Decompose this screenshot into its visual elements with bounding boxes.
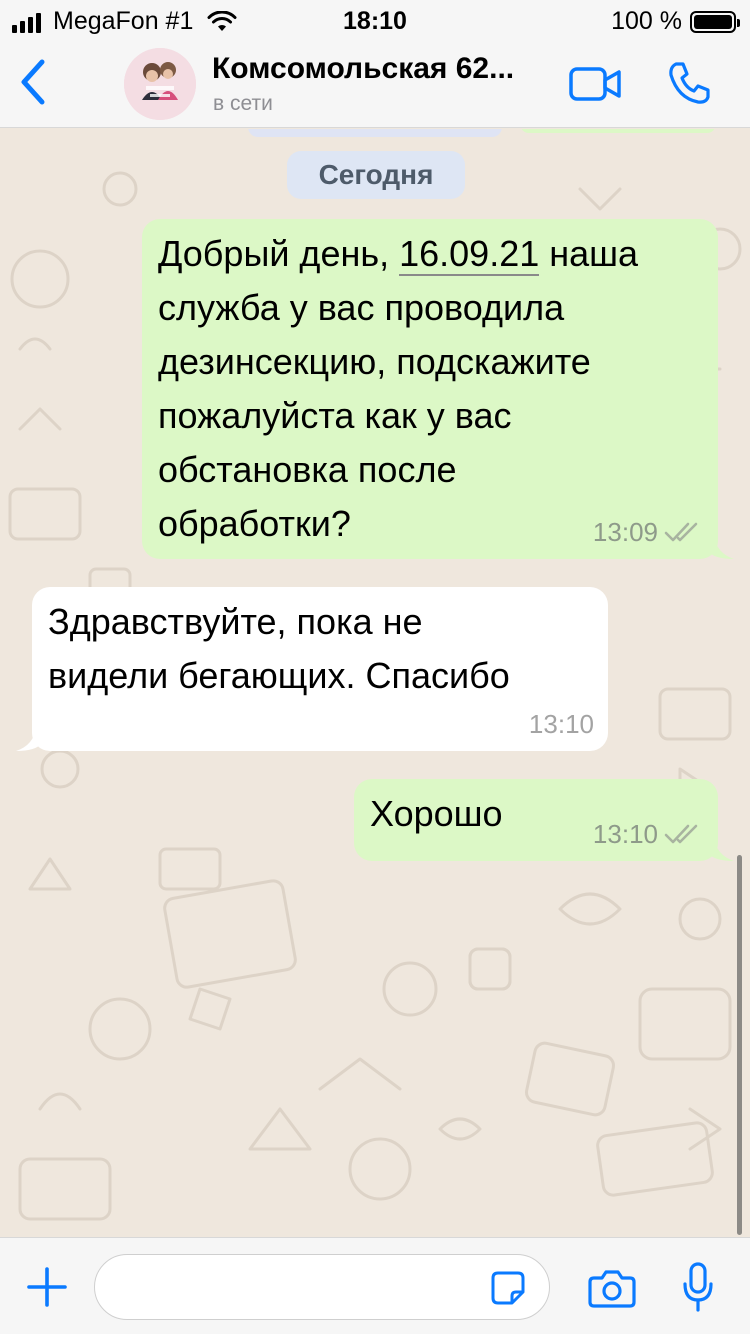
message-line: служба у вас проводила — [158, 287, 565, 328]
microphone-icon[interactable] — [682, 1262, 714, 1312]
date-separator: Сегодня — [287, 151, 465, 199]
message-line: Добрый день, 16.09.21 наша — [158, 227, 708, 281]
avatar-image — [124, 48, 196, 120]
sticker-icon[interactable] — [490, 1270, 526, 1306]
contact-name[interactable]: Комсомольская 62... — [212, 52, 514, 86]
incoming-message[interactable]: Здравствуйте, пока не видели бегающих. С… — [32, 587, 608, 751]
message-text: Здравствуйте, пока не видели бегающих. С… — [48, 595, 598, 703]
video-camera-icon[interactable] — [568, 64, 622, 104]
message-text-part: Добрый день, — [158, 233, 400, 274]
battery-percentage: 100 % — [611, 7, 682, 35]
whatsapp-chat-screen: MegaFon #1 18:10 100 % Комсомольская 62.… — [0, 0, 750, 1334]
bubble-tail — [708, 535, 734, 559]
outgoing-message[interactable]: Добрый день, 16.09.21 наша служба у вас … — [142, 219, 718, 559]
double-check-icon — [664, 522, 698, 542]
chat-area[interactable]: Сегодня Добрый день, 16.09.21 наша служб… — [0, 129, 750, 1237]
message-line: обстановка после — [158, 449, 457, 490]
message-line: дезинсекцию, подскажите — [158, 341, 591, 382]
message-time: 13:10 — [528, 709, 594, 739]
message-text: Добрый день, 16.09.21 наша служба у вас … — [158, 227, 708, 551]
status-bar: MegaFon #1 18:10 100 % — [0, 0, 750, 40]
chat-header: Комсомольская 62... в сети — [0, 40, 750, 128]
message-line: Здравствуйте, пока не — [48, 601, 423, 642]
date-link[interactable]: 16.09.21 — [399, 233, 540, 276]
bubble-tail — [708, 837, 734, 861]
contact-status: в сети — [213, 92, 273, 115]
message-line: пожалуйста как у вас — [158, 395, 512, 436]
chevron-left-icon[interactable] — [14, 54, 54, 110]
battery-icon — [690, 10, 740, 33]
phone-icon[interactable] — [666, 60, 712, 106]
message-meta: 13:10 — [529, 709, 594, 739]
message-meta: 13:10 — [593, 819, 704, 849]
camera-icon[interactable] — [588, 1268, 636, 1308]
battery-fill — [694, 14, 732, 29]
message-text: Хорошо — [370, 787, 570, 841]
scrollbar[interactable] — [737, 855, 742, 1235]
input-bar — [0, 1237, 750, 1334]
message-text-part: наша — [539, 233, 639, 274]
previous-message-edge — [248, 129, 502, 137]
double-check-icon — [664, 824, 698, 844]
message-input[interactable] — [94, 1254, 550, 1320]
outgoing-message[interactable]: Хорошо 13:10 — [354, 779, 718, 861]
plus-icon[interactable] — [26, 1266, 68, 1308]
message-line: видели бегающих. Спасибо — [48, 655, 510, 696]
bubble-tail — [16, 727, 42, 751]
previous-message-edge — [520, 129, 716, 133]
status-right: 100 % — [611, 7, 740, 36]
message-time: 13:10 — [592, 819, 658, 849]
message-time: 13:09 — [592, 517, 658, 547]
message-line: Хорошо — [370, 793, 503, 834]
avatar[interactable] — [124, 48, 196, 120]
message-meta: 13:09 — [593, 517, 704, 547]
